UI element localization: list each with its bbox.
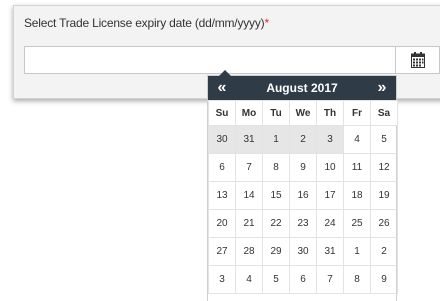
day-cell[interactable]: 28 — [235, 237, 263, 266]
day-cell[interactable]: 31 — [235, 125, 263, 154]
day-cell[interactable]: 24 — [316, 209, 344, 238]
weekday-label: Th — [316, 100, 344, 126]
day-cell[interactable]: 7 — [316, 265, 344, 294]
week-row: 6 7 8 9 10 11 12 — [208, 153, 398, 182]
day-cell[interactable]: 23 — [289, 209, 317, 238]
week-row: 20 21 22 23 24 25 26 — [208, 209, 398, 238]
day-cell[interactable]: 8 — [262, 153, 290, 182]
required-asterisk: * — [264, 16, 269, 30]
week-row: 27 28 29 30 31 1 2 — [208, 237, 398, 266]
weekday-label: Sa — [370, 100, 398, 126]
day-cell[interactable]: 4 — [235, 265, 263, 294]
weekday-label: Fr — [343, 100, 371, 126]
day-cell[interactable]: 1 — [262, 125, 290, 154]
week-row: 3 4 5 6 7 8 9 — [208, 265, 398, 294]
day-cell[interactable]: 2 — [370, 237, 398, 266]
datepicker-popup: « August 2017 » Su Mo Tu We Th Fr Sa 30 … — [207, 70, 398, 301]
day-cell[interactable]: 11 — [343, 153, 371, 182]
weekday-label: We — [289, 100, 317, 126]
day-cell[interactable]: 4 — [343, 125, 371, 154]
day-cell[interactable]: 1 — [343, 237, 371, 266]
day-cell[interactable]: 3 — [208, 265, 236, 294]
day-cell[interactable]: 3 — [316, 125, 344, 154]
day-cell[interactable]: 5 — [370, 125, 398, 154]
calendar-grid: Su Mo Tu We Th Fr Sa 30 31 1 2 3 4 5 6 7 — [208, 100, 398, 294]
field-label: Select Trade License expiry date (dd/mm/… — [24, 16, 269, 30]
day-cell[interactable]: 22 — [262, 209, 290, 238]
day-cell[interactable]: 29 — [262, 237, 290, 266]
datepicker-header: « August 2017 » — [208, 76, 396, 100]
calendar-icon — [410, 52, 425, 68]
day-cell[interactable]: 7 — [235, 153, 263, 182]
day-cell[interactable]: 18 — [343, 181, 371, 210]
day-cell[interactable]: 20 — [208, 209, 236, 238]
day-cell[interactable]: 5 — [262, 265, 290, 294]
day-cell[interactable]: 8 — [343, 265, 371, 294]
day-cell[interactable]: 19 — [370, 181, 398, 210]
day-cell[interactable]: 30 — [208, 125, 236, 154]
field-label-text: Select Trade License expiry date (dd/mm/… — [24, 16, 265, 30]
weekday-header-row: Su Mo Tu We Th Fr Sa — [208, 100, 398, 126]
calendar-button[interactable] — [396, 46, 440, 74]
day-cell[interactable]: 30 — [289, 237, 317, 266]
day-cell[interactable]: 14 — [235, 181, 263, 210]
day-cell[interactable]: 10 — [316, 153, 344, 182]
day-cell[interactable]: 17 — [316, 181, 344, 210]
prev-month-button[interactable]: « — [210, 76, 234, 100]
day-cell[interactable]: 12 — [370, 153, 398, 182]
expiry-date-input[interactable] — [24, 46, 396, 74]
day-cell[interactable]: 27 — [208, 237, 236, 266]
day-cell[interactable]: 13 — [208, 181, 236, 210]
day-cell[interactable]: 25 — [343, 209, 371, 238]
day-cell[interactable]: 21 — [235, 209, 263, 238]
day-cell[interactable]: 26 — [370, 209, 398, 238]
week-row: 13 14 15 16 17 18 19 — [208, 181, 398, 210]
day-cell[interactable]: 31 — [316, 237, 344, 266]
next-month-button[interactable]: » — [370, 76, 394, 100]
day-cell[interactable]: 16 — [289, 181, 317, 210]
day-cell[interactable]: 2 — [289, 125, 317, 154]
week-row: 30 31 1 2 3 4 5 — [208, 125, 398, 154]
month-year-title[interactable]: August 2017 — [232, 76, 372, 100]
day-cell[interactable]: 6 — [289, 265, 317, 294]
day-cell[interactable]: 9 — [370, 265, 398, 294]
day-cell[interactable]: 9 — [289, 153, 317, 182]
day-cell[interactable]: 6 — [208, 153, 236, 182]
day-cell[interactable]: 15 — [262, 181, 290, 210]
weekday-label: Mo — [235, 100, 263, 126]
weekday-label: Tu — [262, 100, 290, 126]
weekday-label: Su — [208, 100, 236, 126]
